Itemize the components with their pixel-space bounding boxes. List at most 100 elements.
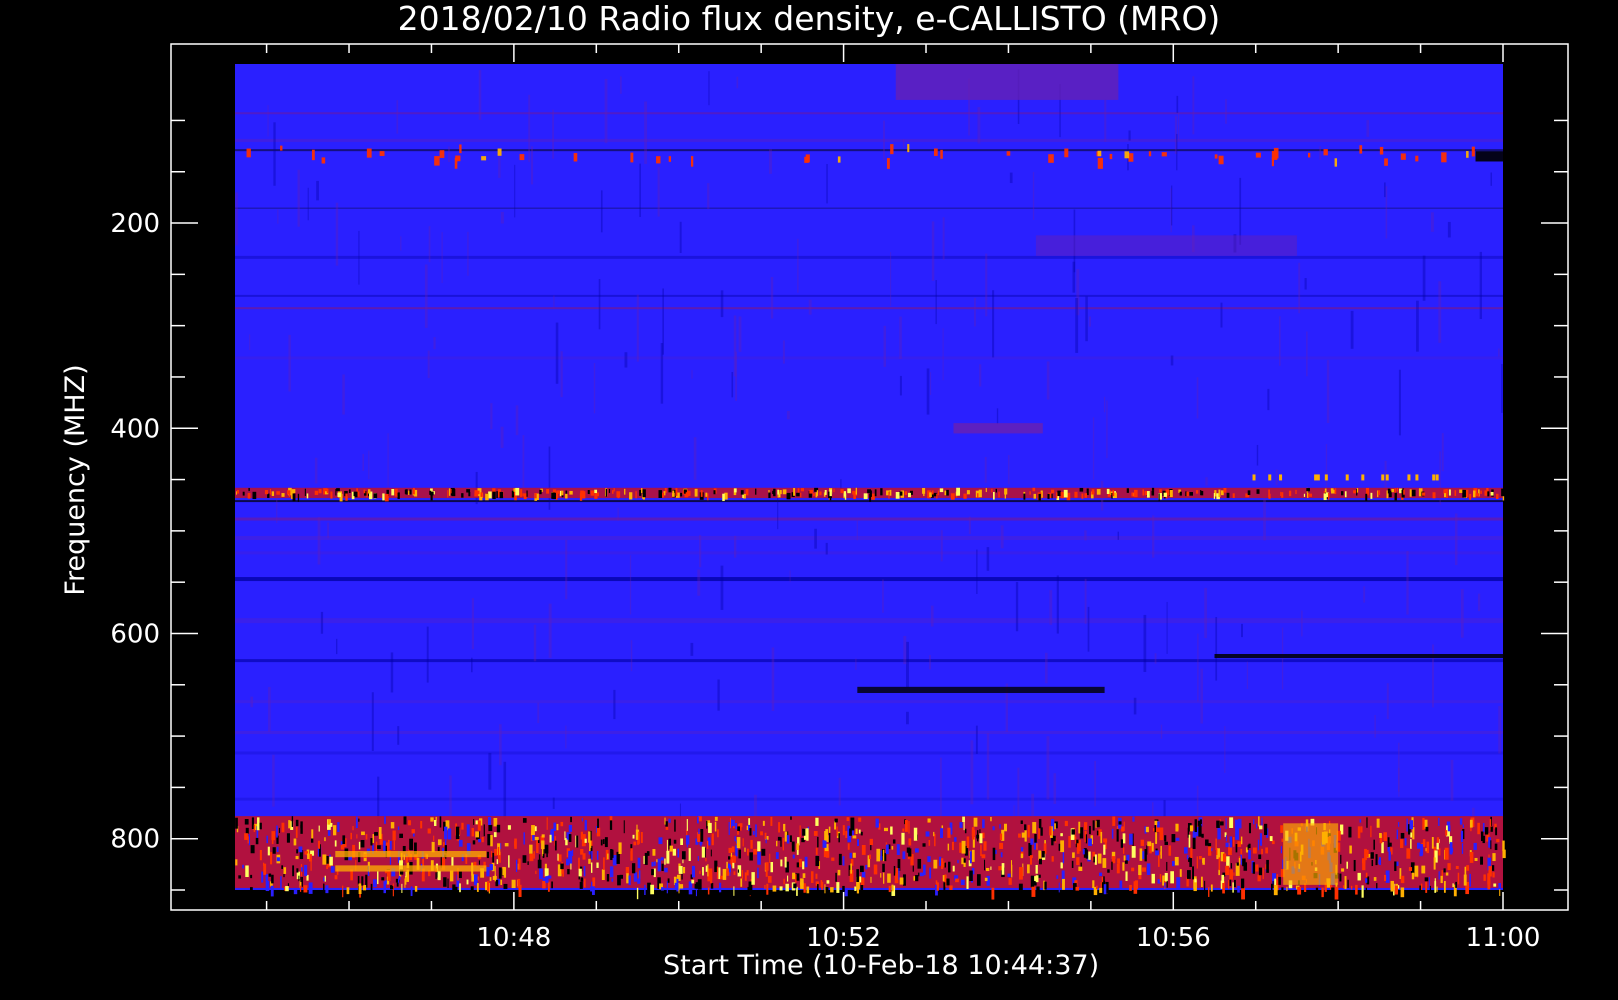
band-778-848mhz-pixel: [471, 827, 475, 837]
noise-streak: [552, 797, 555, 809]
band-463mhz-pixel: [1409, 489, 1412, 497]
band-778-848mhz-pixel: [1123, 855, 1126, 861]
noise-streak: [503, 761, 507, 822]
band-778-848mhz-pixel: [838, 858, 842, 865]
noise-streak: [314, 457, 318, 484]
spectrogram-stripe: [235, 536, 1503, 540]
bright-dot-130mhz: [481, 156, 487, 161]
band-778-848mhz-pixel: [281, 822, 285, 833]
band-463mhz-pixel: [1163, 492, 1167, 497]
band-778-848mhz-pixel: [571, 849, 574, 857]
band-778-848mhz-pixel: [943, 882, 946, 890]
band-778-848mhz-pixel: [825, 887, 829, 900]
band-778-848mhz-pixel: [478, 838, 481, 843]
band-463mhz-pixel: [1096, 489, 1101, 495]
band-778-848mhz-pixel: [658, 837, 663, 845]
band-778-848mhz-pixel: [1208, 887, 1210, 897]
band-778-848mhz-pixel: [370, 883, 373, 892]
band-778-848mhz-pixel: [579, 881, 583, 889]
band-778-848mhz-pixel: [1049, 826, 1052, 836]
y-tick-label: 200: [110, 209, 160, 239]
noise-streak: [400, 236, 402, 251]
noise-streak: [1204, 587, 1207, 639]
band-778-848mhz-pixel: [699, 841, 702, 846]
band-778-848mhz-pixel: [1255, 864, 1259, 872]
band-778-848mhz-pixel: [691, 879, 695, 884]
noise-streak: [1009, 172, 1013, 184]
band-778-848mhz-pixel: [604, 837, 608, 848]
band-778-848mhz-pixel: [1473, 842, 1477, 850]
spectrogram-stripe: [235, 659, 1503, 663]
band-778-848mhz-pixel: [263, 863, 267, 875]
band-778-848mhz-pixel: [626, 873, 629, 884]
band-778-848mhz-pixel: [281, 865, 284, 869]
band-778-848mhz-pixel: [1024, 824, 1027, 831]
band-778-848mhz-pixel: [470, 886, 474, 896]
noise-streak: [939, 757, 942, 825]
band-463mhz-pixel: [724, 492, 728, 500]
band-778-848mhz-pixel: [962, 816, 965, 823]
noise-streak: [1281, 627, 1284, 690]
band-463mhz-pixel: [1496, 493, 1499, 499]
band-778-848mhz-pixel: [245, 827, 249, 834]
band-778-848mhz-pixel: [1490, 826, 1493, 832]
band-778-848mhz-pixel: [266, 835, 268, 844]
band-463mhz-pixel: [1232, 493, 1235, 498]
band-778-848mhz-pixel: [387, 839, 390, 850]
band-778-848mhz-pixel: [735, 822, 738, 830]
band-778-848mhz-pixel: [697, 816, 699, 824]
band-778-848mhz-pixel: [741, 869, 744, 879]
band-463mhz-pixel: [1411, 489, 1416, 497]
noise-streak: [335, 202, 339, 266]
band-778-848mhz-pixel: [1085, 834, 1088, 844]
band-778-848mhz-pixel: [391, 886, 394, 890]
band-463mhz-pixel: [264, 490, 269, 495]
band-778-848mhz-pixel: [890, 826, 893, 835]
band-463mhz-pixel: [995, 488, 997, 493]
band-778-848mhz-pixel: [401, 883, 403, 894]
band-778-848mhz-pixel: [1208, 846, 1212, 856]
band-463mhz-pixel: [1295, 489, 1297, 495]
band-778-848mhz-pixel: [831, 857, 835, 861]
noise-streak: [1416, 300, 1419, 352]
band-778-848mhz-pixel: [500, 843, 502, 850]
band-778-848mhz-pixel: [815, 855, 820, 867]
band-778-848mhz-pixel: [1051, 856, 1054, 862]
band-463mhz-pixel: [304, 488, 306, 496]
band-778-848mhz-pixel: [1194, 819, 1197, 833]
band-778-848mhz-pixel: [810, 871, 814, 883]
noise-streak: [717, 679, 720, 711]
band-778-848mhz-pixel: [733, 886, 735, 896]
band-463mhz-pixel: [1056, 492, 1058, 499]
band-778-848mhz-pixel: [896, 844, 900, 856]
band-778-848mhz-pixel: [1122, 833, 1126, 844]
band-778-848mhz-pixel: [257, 817, 260, 831]
band-463mhz-pixel: [779, 490, 782, 495]
bright-dot-130mhz: [1323, 149, 1328, 156]
band-778-848mhz-pixel: [625, 867, 630, 874]
band-463mhz-pixel: [269, 488, 272, 495]
bright-dot-130mhz: [933, 148, 938, 156]
band-463mhz-pixel: [755, 488, 757, 495]
band-778-848mhz-pixel: [1179, 869, 1182, 877]
band-778-848mhz-pixel: [858, 817, 862, 822]
band-778-848mhz-pixel: [568, 834, 572, 842]
band-778-848mhz-pixel: [1278, 876, 1281, 885]
noise-streak: [1306, 331, 1308, 377]
band-778-848mhz-pixel: [522, 855, 527, 863]
band-778-848mhz-pixel: [746, 870, 749, 876]
bright-dot-130mhz: [497, 148, 502, 156]
band-463mhz-pixel: [539, 489, 542, 495]
band-778-848mhz-pixel: [1001, 863, 1005, 875]
band-778-848mhz-pixel: [514, 840, 516, 847]
band-778-848mhz-pixel: [609, 816, 613, 821]
band-778-848mhz-pixel: [1373, 839, 1375, 850]
noise-streak: [855, 658, 857, 670]
spectrogram-stripe: [235, 730, 1503, 734]
band-778-848mhz-pixel: [560, 821, 564, 827]
band-778-848mhz-pixel: [961, 857, 964, 865]
band-778-848mhz-pixel: [804, 856, 808, 868]
band-778-848mhz-pixel: [1233, 872, 1235, 876]
band-778-848mhz-pixel: [1003, 823, 1007, 832]
band-778-848mhz-pixel: [1400, 887, 1405, 898]
